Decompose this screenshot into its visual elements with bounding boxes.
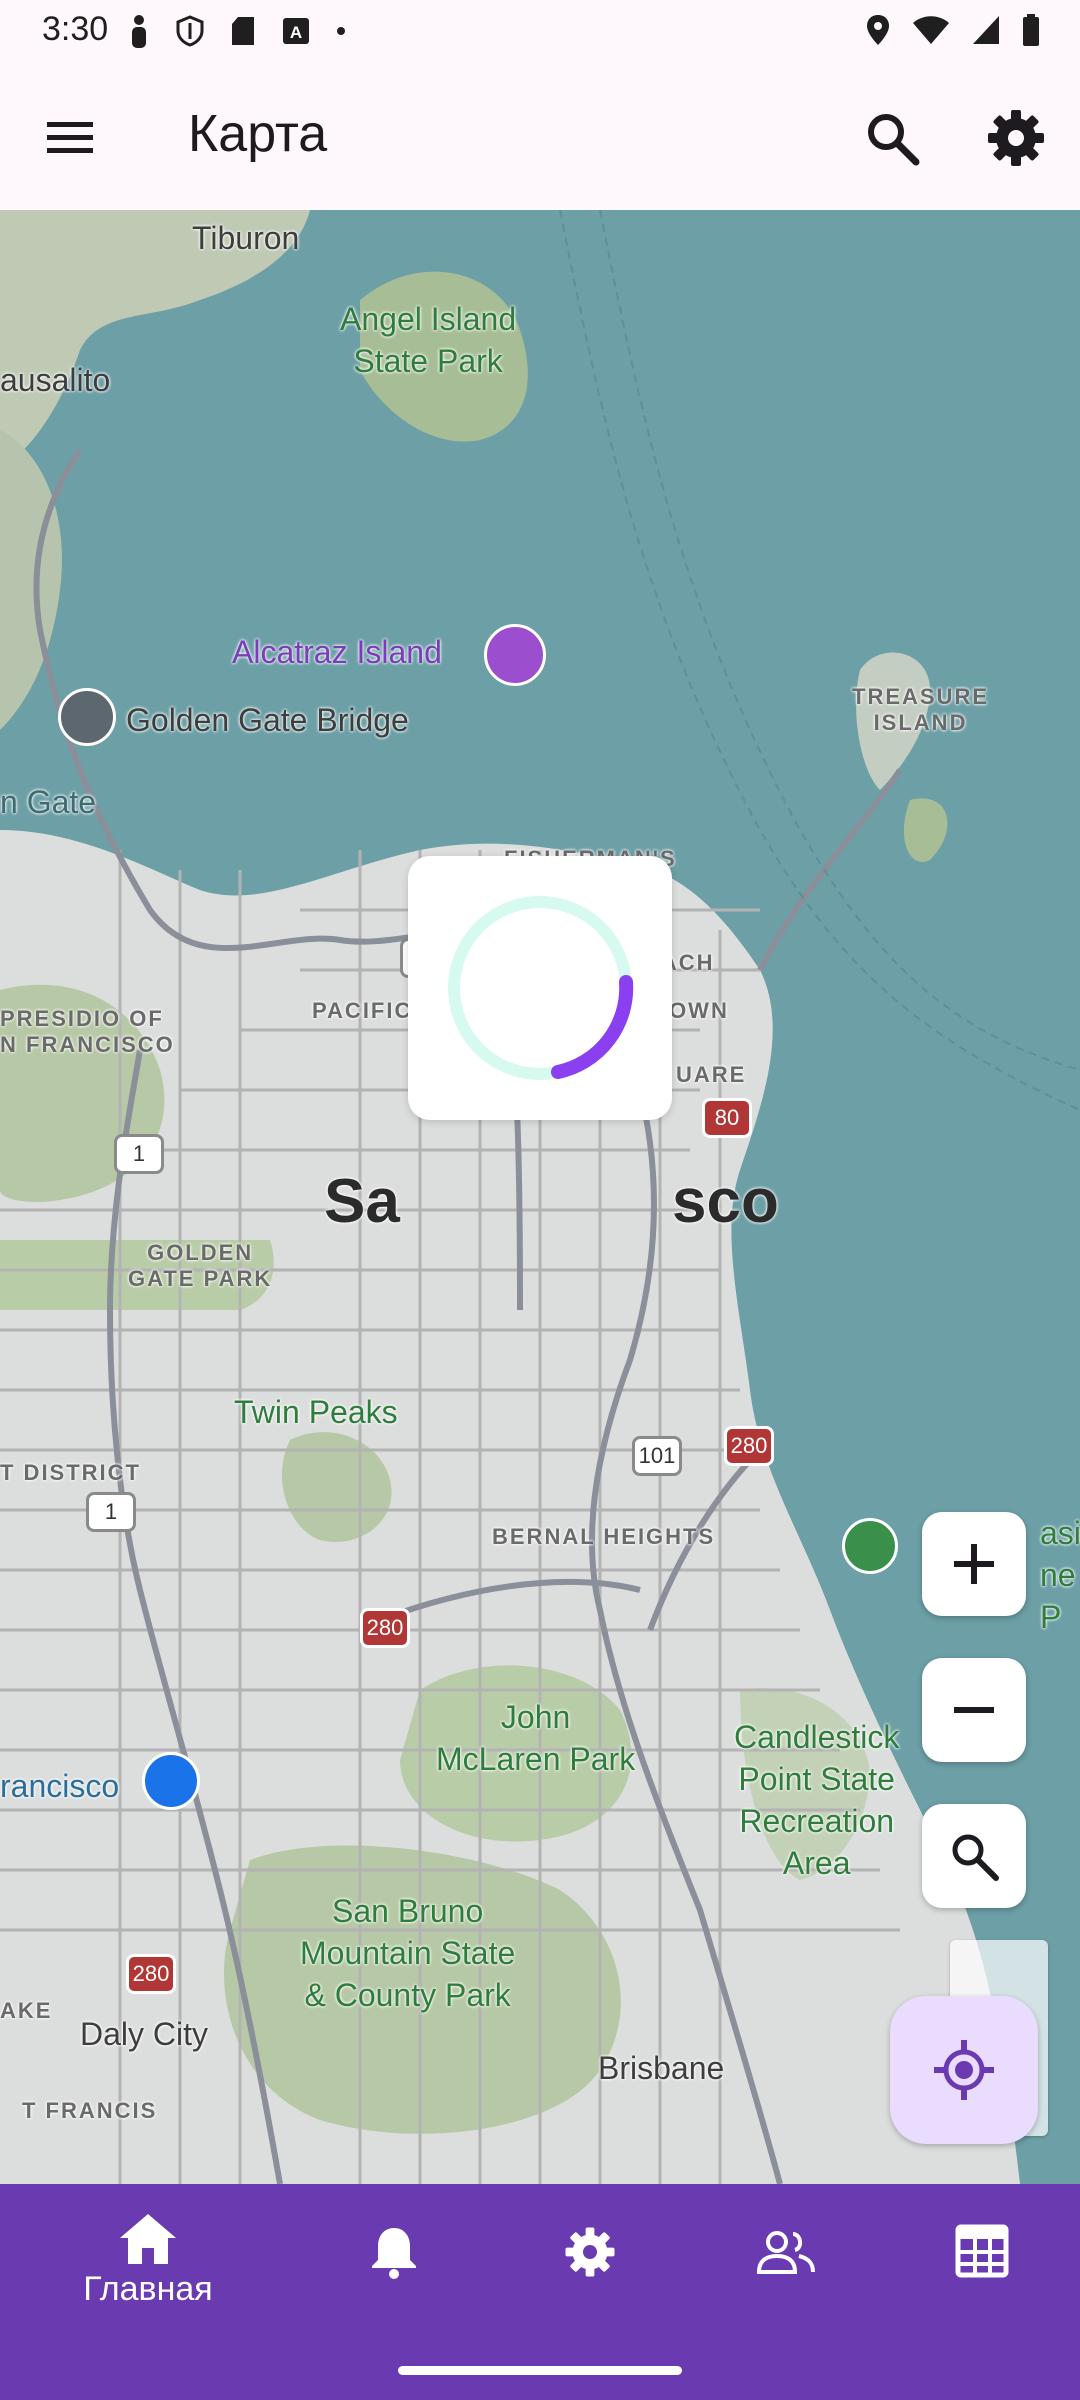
highway-shield: 1 bbox=[114, 1134, 164, 1174]
status-bar: 3:30 A bbox=[0, 0, 1080, 66]
map-label-angel-island: Angel Island State Park bbox=[340, 301, 517, 379]
my-location-icon bbox=[934, 2040, 994, 2100]
top-app-bar: Карта bbox=[0, 66, 1080, 210]
status-time: 3:30 bbox=[42, 10, 109, 48]
shield-icon bbox=[176, 15, 204, 47]
sd-card-icon bbox=[232, 17, 254, 45]
map-label-t-district: T DISTRICT bbox=[0, 1460, 141, 1485]
map-label-san-francisco-left: Sa bbox=[324, 1167, 400, 1236]
wifi-icon bbox=[913, 16, 949, 44]
status-icons-right bbox=[866, 14, 1040, 46]
nav-label-home: Главная bbox=[83, 2270, 213, 2308]
map-label-brisbane: Brisbane bbox=[598, 2050, 725, 2086]
map-label-basin-partial: asin ne P bbox=[1040, 1515, 1080, 1635]
gear-icon bbox=[565, 2227, 615, 2277]
my-location-button[interactable] bbox=[890, 1996, 1038, 2144]
gear-icon[interactable] bbox=[984, 106, 1048, 170]
svg-text:A: A bbox=[290, 23, 302, 42]
people-icon bbox=[756, 2231, 815, 2274]
nav-item-settings[interactable] bbox=[520, 2224, 660, 2324]
gesture-home-bar[interactable] bbox=[398, 2366, 682, 2375]
map-label-golden-gate-bridge: Golden Gate Bridge bbox=[126, 702, 409, 738]
interstate-shield: 280 bbox=[126, 1954, 176, 1994]
map-label-candlestick: Candlestick Point State Recreation Area bbox=[734, 1719, 900, 1881]
map-label-square: UARE bbox=[676, 1062, 747, 1087]
person-icon bbox=[132, 15, 146, 48]
nav-item-home[interactable]: Главная bbox=[78, 2212, 218, 2312]
map-label-san-bruno: San Bruno Mountain State & County Park bbox=[300, 1893, 516, 2013]
search-icon bbox=[952, 1834, 999, 1881]
map-label-gate: n Gate bbox=[0, 784, 97, 820]
bell-icon bbox=[372, 2228, 416, 2279]
map-view[interactable]: Tiburon Angel Island State Park ausalito… bbox=[0, 210, 1080, 2184]
loading-spinner bbox=[408, 856, 672, 1120]
map-label-presidio: PRESIDIO OF N FRANCISCO bbox=[0, 1006, 175, 1057]
map-label-golden-gate-park: GOLDEN GATE PARK bbox=[128, 1240, 273, 1291]
zoom-in-button[interactable] bbox=[922, 1512, 1026, 1616]
nav-item-people[interactable] bbox=[716, 2228, 856, 2328]
home-icon bbox=[120, 2214, 176, 2264]
nav-item-notifications[interactable] bbox=[324, 2224, 464, 2324]
bridge-pin-icon bbox=[58, 688, 116, 746]
dot-icon bbox=[337, 27, 345, 35]
zoom-out-button[interactable] bbox=[922, 1658, 1026, 1762]
keyboard-a-icon: A bbox=[283, 18, 309, 44]
map-label-tiburon: Tiburon bbox=[192, 220, 300, 256]
page-title: Карта bbox=[188, 105, 328, 163]
map-label-rancisco: rancisco bbox=[0, 1768, 120, 1804]
map-search-button[interactable] bbox=[922, 1804, 1026, 1908]
interstate-shield: 80 bbox=[702, 1098, 752, 1138]
minus-icon bbox=[954, 1707, 994, 1713]
interstate-shield: 280 bbox=[724, 1426, 774, 1466]
shopping-pin-icon bbox=[142, 1752, 200, 1810]
status-icons-left: A bbox=[128, 14, 346, 48]
map-label-john-mclaren: John McLaren Park bbox=[436, 1699, 636, 1777]
map-label-daly-city: Daly City bbox=[80, 2016, 209, 2052]
map-label-treasure-island: TREASURE ISLAND bbox=[852, 684, 990, 735]
signal-icon bbox=[973, 16, 999, 44]
map-label-alcatraz: Alcatraz Island bbox=[232, 634, 442, 670]
map-label-ake: AKE bbox=[0, 1998, 53, 2023]
map-label-st-francis: T FRANCIS bbox=[22, 2098, 158, 2123]
location-icon bbox=[867, 15, 889, 45]
highway-shield: 101 bbox=[632, 1436, 682, 1476]
map-label-sausalito: ausalito bbox=[0, 362, 111, 398]
calendar-table-icon bbox=[955, 2224, 1009, 2278]
map-label-san-francisco-right: sco bbox=[672, 1167, 779, 1236]
search-icon[interactable] bbox=[860, 106, 924, 170]
map-base bbox=[0, 210, 1080, 2184]
bottom-navigation: Главная bbox=[0, 2184, 1080, 2400]
interstate-shield: 280 bbox=[360, 1608, 410, 1648]
nav-item-calendar[interactable] bbox=[912, 2224, 1052, 2324]
menu-icon[interactable] bbox=[44, 112, 96, 164]
progress-ring bbox=[448, 896, 634, 1080]
park-pin-icon bbox=[842, 1518, 898, 1574]
map-label-bernal-heights: BERNAL HEIGHTS bbox=[492, 1524, 716, 1549]
highway-shield: 1 bbox=[86, 1492, 136, 1532]
battery-icon bbox=[1023, 14, 1039, 46]
landmark-pin-icon bbox=[484, 624, 546, 686]
plus-icon bbox=[954, 1544, 994, 1584]
map-label-twin-peaks: Twin Peaks bbox=[234, 1394, 398, 1430]
